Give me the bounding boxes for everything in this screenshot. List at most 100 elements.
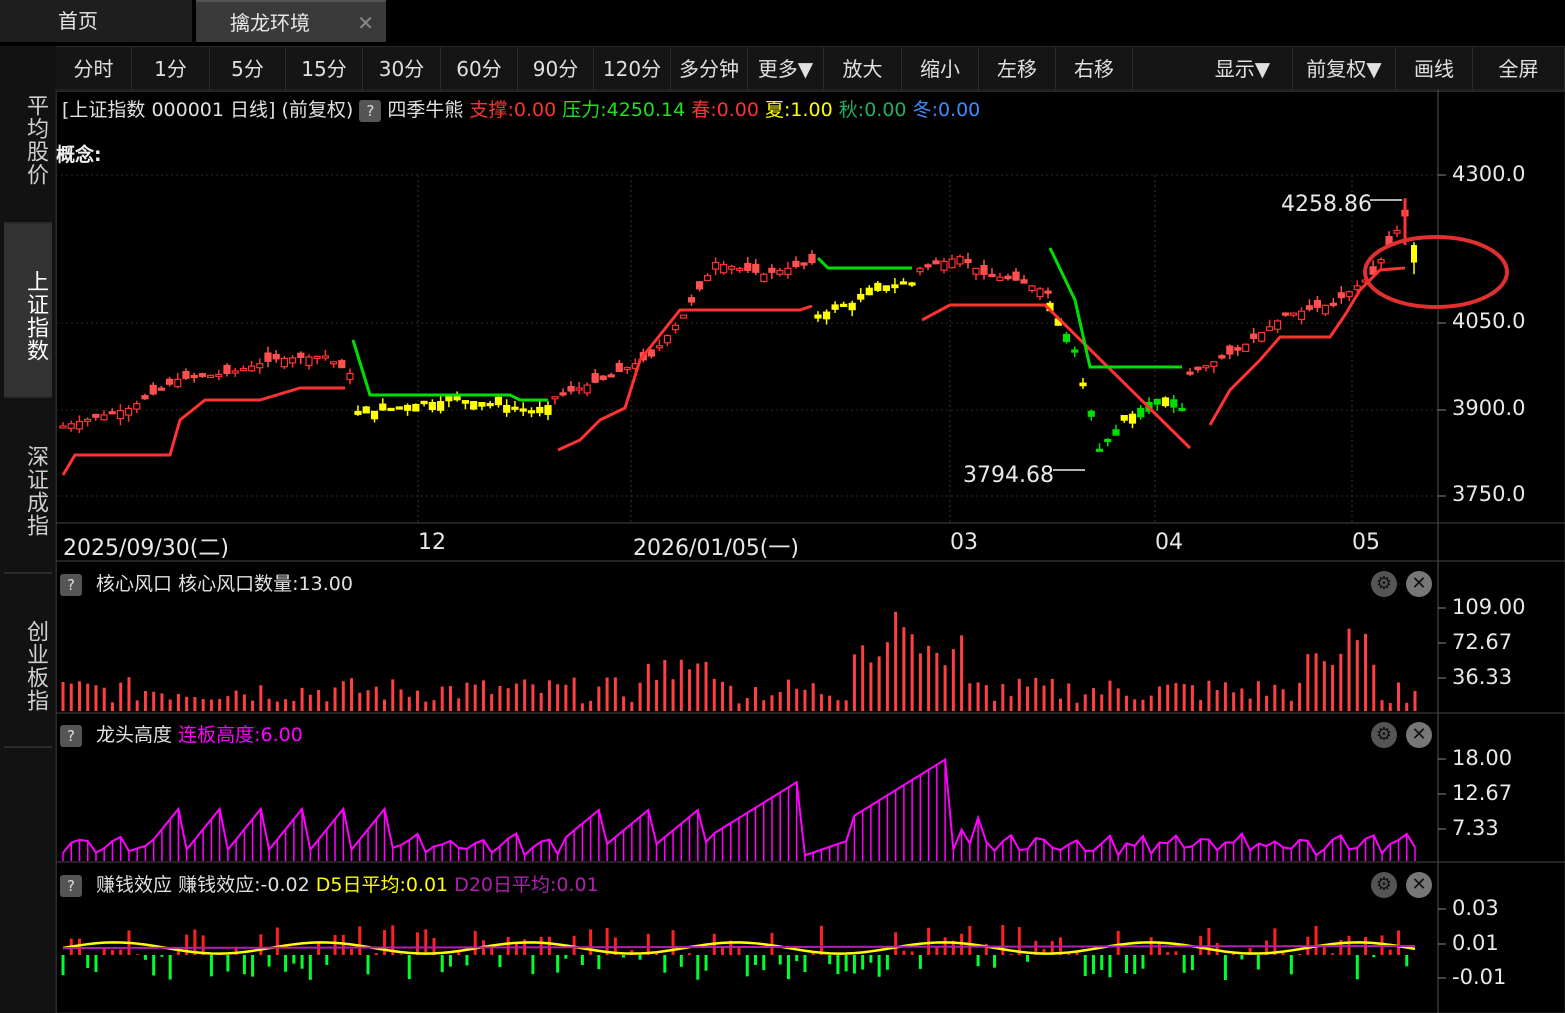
core-bar [960, 635, 964, 711]
candle-body [800, 262, 808, 266]
candle-body [1305, 305, 1314, 310]
core-bar [1190, 685, 1194, 711]
money-bar [572, 935, 576, 955]
candle-body [1266, 326, 1274, 331]
core-bar [1059, 698, 1063, 711]
money-bar [143, 955, 147, 960]
core-bar [605, 677, 609, 711]
money-bar [935, 947, 939, 955]
candle-body [166, 378, 174, 385]
money-bar [539, 936, 543, 955]
candle-body [760, 273, 768, 283]
core-bar [1256, 681, 1260, 711]
money-bar [325, 955, 329, 965]
kline-chart[interactable] [0, 0, 1565, 1013]
core-panel-header: ? 核心风口 核心风口数量:13.00 [56, 569, 1438, 599]
money-panel-d5: D5日平均:0.01 [315, 874, 449, 896]
core-bar [531, 684, 535, 711]
candle-body [330, 361, 338, 365]
candle-body [92, 413, 100, 418]
candle-body [182, 370, 190, 379]
candle-body [1281, 312, 1290, 316]
support-line [921, 303, 1192, 450]
candle-body [948, 258, 956, 269]
candle-body [470, 401, 478, 410]
money-bar [1355, 955, 1359, 980]
money-bar [333, 935, 337, 955]
close-icon[interactable]: ✕ [1406, 571, 1432, 597]
core-bar [448, 686, 452, 711]
core-bar [259, 685, 263, 711]
core-bar [778, 692, 782, 711]
core-bar [1298, 682, 1302, 711]
core-bar [1380, 700, 1384, 711]
core-bar [1223, 682, 1227, 711]
core-bar [902, 627, 906, 711]
y-tick-4050: 4050.0 [1452, 309, 1526, 333]
core-bar [811, 683, 815, 711]
close-icon[interactable]: ✕ [1406, 722, 1432, 748]
core-bar [94, 685, 98, 711]
core-bar [712, 678, 716, 711]
money-panel-header: ? 赚钱效应 赚钱效应:-0.02 D5日平均:0.01 D20日平均:0.01 [56, 870, 1438, 900]
dragon-tick-2: 7.33 [1452, 816, 1499, 840]
core-bar [1215, 690, 1219, 711]
candle-body [1218, 355, 1226, 359]
candle-body [1137, 407, 1145, 418]
money-bar [589, 929, 593, 955]
core-bar [490, 694, 494, 711]
core-bar [1133, 699, 1137, 711]
candle-body [1095, 448, 1104, 452]
candle-body [551, 396, 559, 400]
help-icon[interactable]: ? [60, 874, 82, 897]
close-icon[interactable]: ✕ [1406, 872, 1432, 898]
candle-body [1028, 285, 1036, 291]
core-bar [745, 698, 749, 711]
money-bar [828, 955, 832, 965]
candle-body [712, 261, 720, 270]
core-bar [1009, 696, 1013, 711]
money-bar [547, 936, 551, 955]
candle-body [848, 302, 856, 311]
candle-body [1297, 310, 1306, 321]
core-bar [1174, 683, 1178, 711]
x-label-0930: 2025/09/30(二) [63, 536, 229, 561]
gear-icon[interactable]: ⚙ [1371, 872, 1397, 898]
core-bar [704, 661, 708, 711]
help-icon[interactable]: ? [60, 724, 82, 747]
money-bar [1397, 930, 1401, 955]
core-bar [1116, 688, 1120, 711]
help-icon[interactable]: ? [60, 573, 82, 596]
core-bar [218, 699, 222, 711]
candle-body [792, 260, 800, 268]
core-bar [176, 693, 180, 711]
candle-body [840, 303, 848, 307]
core-bar [1075, 702, 1079, 711]
candle-body [354, 410, 362, 415]
money-bar [1256, 955, 1260, 970]
gear-icon[interactable]: ⚙ [1371, 722, 1397, 748]
candle-body [503, 404, 511, 413]
money-bar [762, 955, 766, 971]
gear-icon[interactable]: ⚙ [1371, 571, 1397, 597]
money-bar [284, 955, 288, 972]
core-panel-value: 核心风口数量:13.00 [178, 573, 353, 595]
candle-body [437, 401, 445, 411]
money-bar [168, 955, 172, 980]
money-bar [1190, 955, 1194, 971]
money-bar [1298, 954, 1302, 955]
candle-body [83, 418, 92, 422]
money-bar [383, 930, 387, 955]
dragon-panel-header: ? 龙头高度 连板高度:6.00 [56, 720, 1438, 750]
money-bar [1083, 955, 1087, 976]
core-bar [1289, 700, 1293, 711]
money-bar [564, 955, 568, 959]
candle-body [231, 370, 239, 374]
core-tick-0: 109.00 [1452, 595, 1526, 619]
core-bar [1091, 688, 1095, 711]
core-bar [465, 682, 469, 711]
candle-body [445, 395, 453, 402]
core-bar [786, 679, 790, 711]
core-bar [1314, 653, 1318, 711]
money-bar [927, 927, 931, 955]
